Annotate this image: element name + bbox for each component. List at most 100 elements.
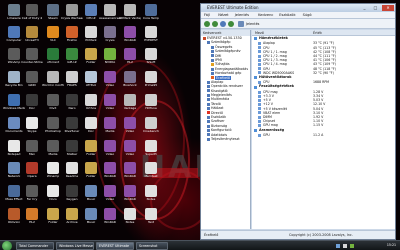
app-icon <box>124 4 136 16</box>
app-icon <box>85 94 97 106</box>
app-icon <box>66 4 78 16</box>
menu-item[interactable]: Nézet <box>218 13 228 17</box>
app-icon <box>124 185 136 197</box>
refresh-icon[interactable] <box>228 21 234 27</box>
sensor-icon <box>258 133 261 137</box>
desktop-icon-label: UnrealT3 <box>25 39 39 42</box>
desktop-icon-label: Msn <box>28 153 36 156</box>
report-button-label[interactable]: Jelentés <box>246 22 259 26</box>
everest-window: EVEREST Ultimate Edition _ □ ✕ Fájl Nézet… <box>200 3 396 240</box>
app-icon <box>66 140 78 152</box>
app-icon <box>124 48 136 60</box>
app-icon <box>145 208 157 220</box>
app-icon <box>26 208 38 220</box>
app-icon <box>47 26 59 38</box>
network-icon[interactable] <box>336 244 340 248</box>
app-icon <box>26 185 38 197</box>
tree-item-icon <box>207 85 210 89</box>
app-icon <box>26 117 38 129</box>
status-bar: Érzékelő Copyright (c) 2003-2008 Lavalys… <box>201 230 395 239</box>
tree-item[interactable]: Teljesítményteszt <box>201 137 250 141</box>
desktop-icon[interactable]: Notes <box>119 208 141 234</box>
tree-item-icon <box>207 107 210 111</box>
app-icon <box>145 117 157 129</box>
menu-item[interactable]: Fájl <box>204 13 210 17</box>
sensor-row[interactable]: GPU 11.2 A <box>252 133 395 137</box>
desktop-icon-label: Video <box>125 153 135 156</box>
app-icon <box>124 162 136 174</box>
tree-item-icon <box>207 93 210 97</box>
app-icon <box>47 185 59 197</box>
app-icon <box>66 94 78 106</box>
tree-item-icon <box>211 58 214 62</box>
app-icon <box>145 185 157 197</box>
menu-item[interactable]: Kedvenc <box>258 13 273 17</box>
taskbar-button[interactable]: Total Commander <box>16 242 54 250</box>
volume-icon[interactable] <box>343 244 347 248</box>
report-icon[interactable] <box>238 21 244 27</box>
app-icon <box>85 71 97 83</box>
taskbar-button[interactable]: Windows Live Messenger <box>56 242 94 250</box>
nvidia-icon[interactable] <box>350 244 354 248</box>
tree-item-icon <box>207 111 210 115</box>
start-button[interactable] <box>2 241 12 250</box>
toolbar: Jelentés <box>201 19 395 29</box>
content-panes: Kedvencek EVEREST v4.50.1330 Számítógép Ös… <box>201 30 395 229</box>
tree-item-icon <box>207 115 210 119</box>
desktop-icon-label: AssassinsCreed <box>99 17 121 20</box>
app-icon <box>145 162 157 174</box>
tree-item-icon <box>211 45 214 49</box>
app-icon <box>85 185 97 197</box>
column-field[interactable]: Mező <box>255 31 264 35</box>
desktop-icon[interactable]: Text <box>140 208 162 234</box>
app-icon <box>124 26 136 38</box>
app-icon <box>8 162 20 174</box>
app-icon <box>8 208 20 220</box>
taskbar-button[interactable]: Screenshot <box>136 242 168 250</box>
app-icon <box>104 48 116 60</box>
desktop-icon-label: Crysis <box>105 39 115 42</box>
tree-item-icon <box>207 120 210 124</box>
tree-item-icon <box>211 71 214 75</box>
close-button[interactable]: ✕ <box>382 5 394 11</box>
tree-item-icon <box>207 80 210 84</box>
desktop-icon-label: Media <box>105 130 115 133</box>
desktop-icon-label: Core Temp <box>143 17 159 20</box>
app-icon <box>66 71 78 83</box>
up-icon[interactable] <box>220 21 226 27</box>
column-value[interactable]: Érték <box>313 31 322 35</box>
app-icon <box>47 4 59 16</box>
back-icon[interactable] <box>204 21 210 27</box>
title-bar[interactable]: EVEREST Ultimate Edition _ □ ✕ <box>201 4 395 12</box>
app-icon <box>8 94 20 106</box>
app-icon <box>47 208 59 220</box>
app-icon <box>104 185 116 197</box>
app-icon <box>145 48 157 60</box>
taskbar-button[interactable]: EVEREST Ultimate <box>96 242 134 250</box>
app-icon <box>47 94 59 106</box>
menu-item[interactable]: Súgó <box>303 13 312 17</box>
maximize-button[interactable]: □ <box>371 5 380 11</box>
minimize-button[interactable]: _ <box>360 5 369 11</box>
app-icon <box>66 208 78 220</box>
app-icon <box>85 162 97 174</box>
app-icon <box>66 26 78 38</box>
app-icon <box>66 185 78 197</box>
app-icon <box>26 162 38 174</box>
menu-item[interactable]: Jelentés <box>235 13 249 17</box>
app-icon <box>145 26 157 38</box>
app-icon <box>124 71 136 83</box>
sensor-value: 11.2 A <box>313 132 324 137</box>
desktop-icon[interactable]: HL2 <box>21 208 43 234</box>
desktop-icon[interactable]: WinRAR <box>99 208 121 234</box>
app-icon <box>47 48 59 60</box>
app-icon <box>124 208 136 220</box>
app-icon <box>104 140 116 152</box>
section-icon <box>254 76 257 80</box>
tree-item-icon <box>207 137 210 141</box>
app-icon <box>47 71 59 83</box>
forward-icon[interactable] <box>212 21 218 27</box>
sensor-sections: Hőmérsékletek Alaplap 33 °C (91 °F) CPU 45 °… <box>252 36 395 137</box>
clock[interactable]: 15:21 <box>387 243 396 247</box>
menu-item[interactable]: Eszközök <box>279 13 295 17</box>
